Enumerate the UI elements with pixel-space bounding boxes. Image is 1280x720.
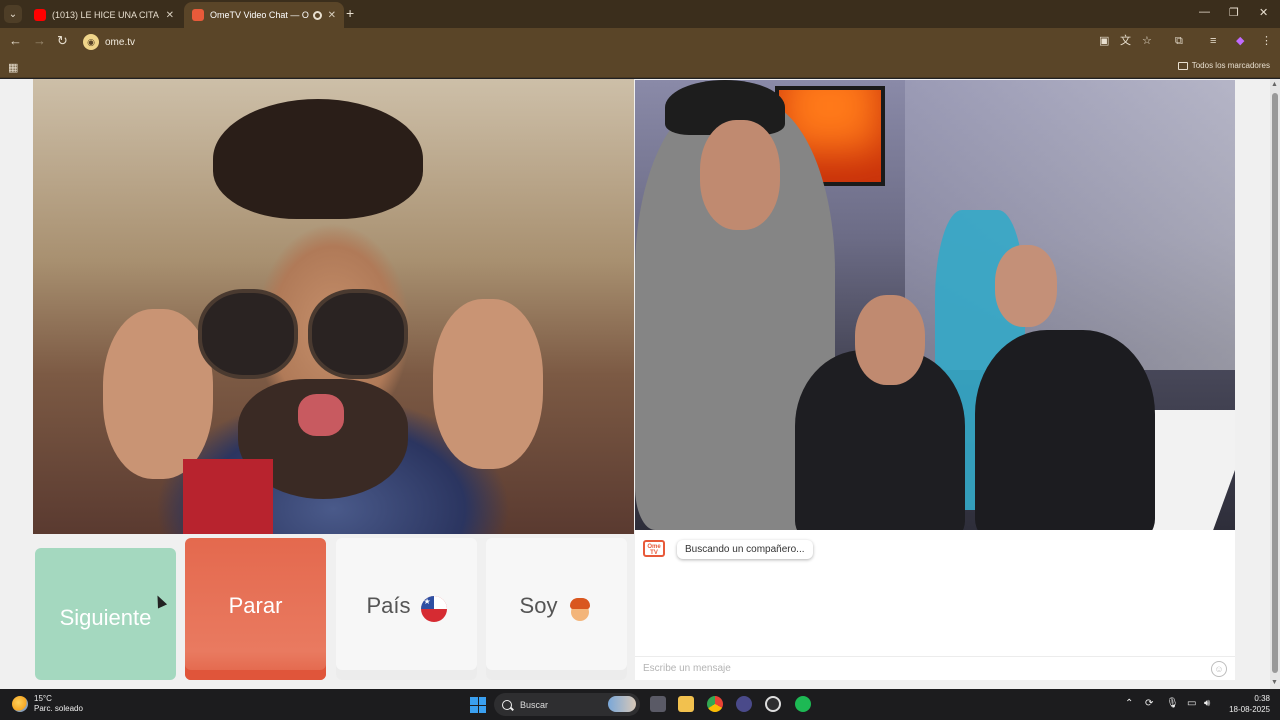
sync-icon[interactable]: ⟳	[1145, 698, 1153, 710]
back-arrow-icon[interactable]: ←	[9, 34, 22, 48]
country-button-label: País	[366, 593, 411, 618]
video-shape	[298, 394, 344, 436]
start-tile	[478, 697, 486, 705]
ometv-page: Siguiente Parar País ★ Soy Ome TV Buscan…	[0, 79, 1270, 689]
cast-icon[interactable]: ▣	[1099, 35, 1109, 47]
microphone-icon[interactable]: 🎙︎	[1166, 698, 1179, 710]
page-scrollbar[interactable]: ▲ ▼	[1270, 79, 1280, 689]
stop-button[interactable]: Parar	[185, 538, 326, 680]
start-tile	[470, 697, 478, 705]
next-button[interactable]: Siguiente	[35, 548, 176, 680]
tab-strip: ⌄ (1013) LE HICE UNA CITA A CIEGAS ✕ Ome…	[0, 0, 1280, 28]
ometv-favicon-icon	[192, 9, 204, 21]
scroll-up-icon[interactable]: ▲	[1271, 81, 1278, 88]
start-tile	[478, 705, 486, 713]
date: 18-08-2025	[1229, 705, 1270, 714]
taskbar-search[interactable]: Buscar	[494, 693, 640, 716]
folder-icon	[1177, 61, 1188, 70]
local-video	[33, 79, 634, 534]
chrome-icon[interactable]	[707, 696, 723, 712]
video-shape	[198, 289, 298, 379]
stop-button-label: Parar	[228, 593, 283, 618]
menu-kebab-icon[interactable]: ⋮	[1261, 35, 1272, 47]
message-input[interactable]	[643, 663, 1183, 674]
translate-icon[interactable]: 文	[1120, 35, 1131, 47]
status-message: Buscando un compañero...	[677, 540, 813, 559]
chat-input-bar: ☺	[635, 656, 1235, 680]
restore-icon[interactable]: ❐	[1229, 6, 1239, 19]
scroll-thumb[interactable]	[1272, 93, 1278, 673]
minimize-icon[interactable]: —	[1199, 6, 1210, 18]
youtube-icon	[34, 9, 46, 21]
partner-video	[635, 80, 1235, 530]
tab-ometv[interactable]: OmeTV Video Chat — OmeTV ✕	[184, 2, 344, 28]
video-shape	[183, 459, 273, 534]
bookmark-star-icon[interactable]: ☆	[1142, 35, 1152, 47]
recording-icon	[312, 10, 322, 20]
task-view-icon[interactable]	[650, 696, 666, 712]
profile-icon[interactable]: ◆	[1236, 35, 1244, 47]
windows-start-icon[interactable]	[470, 697, 486, 713]
tab-label: OmeTV Video Chat — OmeTV	[210, 10, 309, 20]
weather-condition: Parc. soleado	[34, 704, 83, 713]
weather-widget[interactable]: 15°C Parc. soleado	[12, 694, 83, 714]
forward-arrow-icon[interactable]: →	[33, 34, 46, 48]
browser-toolbar: ← → ↻ ◉ ome.tv ▣ 文 ☆ ⧉ ≡ ◆ ⋮	[0, 28, 1280, 56]
site-info-icon[interactable]: ◉	[83, 34, 99, 50]
media-control-icon[interactable]: ≡	[1210, 35, 1216, 47]
video-shape	[308, 289, 408, 379]
spotify-icon[interactable]	[795, 696, 811, 712]
url-text: ome.tv	[105, 36, 136, 48]
video-shape	[855, 295, 925, 385]
ometv-logo-icon: Ome TV	[643, 540, 665, 557]
address-bar[interactable]: ◉ ome.tv	[80, 31, 1080, 53]
network-icon[interactable]: ▭	[1187, 698, 1196, 710]
time: 0:38	[1254, 694, 1270, 703]
weather-text: 15°C Parc. soleado	[34, 694, 83, 714]
chat-panel: Ome TV Buscando un compañero... ☺	[635, 530, 1235, 680]
bookmarks-bar: ▦ Todos los marcadores	[0, 56, 1280, 78]
video-shape	[975, 330, 1155, 530]
tab-youtube[interactable]: (1013) LE HICE UNA CITA A CIEGAS ✕	[26, 2, 182, 28]
windows-taskbar: 15°C Parc. soleado Buscar ⌃ ⟳ 🎙︎ ▭ 🔊︎ 0:…	[0, 689, 1280, 720]
video-shape	[700, 120, 780, 230]
country-button[interactable]: País ★	[336, 538, 477, 680]
close-icon[interactable]: ✕	[328, 10, 336, 21]
gender-button[interactable]: Soy	[486, 538, 627, 680]
tray-chevron-icon[interactable]: ⌃	[1125, 698, 1133, 710]
clock[interactable]: 0:38 18-08-2025	[1229, 693, 1270, 715]
video-shape	[103, 309, 213, 479]
flag-star: ★	[423, 597, 431, 606]
search-icon	[502, 699, 512, 710]
partly-sunny-icon	[12, 696, 28, 712]
obs-icon[interactable]	[765, 696, 781, 712]
video-shape	[995, 245, 1057, 327]
emoji-icon[interactable]: ☺	[1211, 661, 1227, 677]
scroll-down-icon[interactable]: ▼	[1271, 679, 1278, 686]
avatar-shape	[570, 598, 591, 609]
all-bookmarks-label: Todos los marcadores	[1191, 61, 1270, 70]
app-icon[interactable]	[736, 696, 752, 712]
volume-icon[interactable]: 🔊︎	[1204, 698, 1210, 710]
window-close-icon[interactable]: ✕	[1259, 6, 1268, 19]
tab-search-chevron-icon[interactable]: ⌄	[4, 5, 22, 23]
reload-icon[interactable]: ↻	[57, 34, 68, 48]
tab-label: (1013) LE HICE UNA CITA A CIEGAS	[52, 10, 160, 20]
next-button-label: Siguiente	[59, 605, 152, 630]
start-tile	[470, 705, 478, 713]
boy-avatar-icon	[567, 596, 593, 622]
video-shape	[433, 299, 543, 469]
search-label: Buscar	[520, 699, 549, 710]
search-highlight-image	[608, 696, 636, 712]
chile-flag-icon: ★	[420, 596, 447, 622]
extensions-icon[interactable]: ⧉	[1175, 35, 1183, 47]
temperature: 15°C	[34, 694, 52, 703]
gender-button-label: Soy	[519, 593, 558, 618]
close-icon[interactable]: ✕	[166, 10, 174, 21]
all-bookmarks[interactable]: Todos los marcadores	[1177, 61, 1270, 70]
new-tab-plus-icon[interactable]: +	[346, 6, 354, 20]
apps-grid-icon[interactable]: ▦	[8, 61, 18, 74]
video-shape	[213, 99, 423, 219]
file-explorer-icon[interactable]	[678, 696, 694, 712]
